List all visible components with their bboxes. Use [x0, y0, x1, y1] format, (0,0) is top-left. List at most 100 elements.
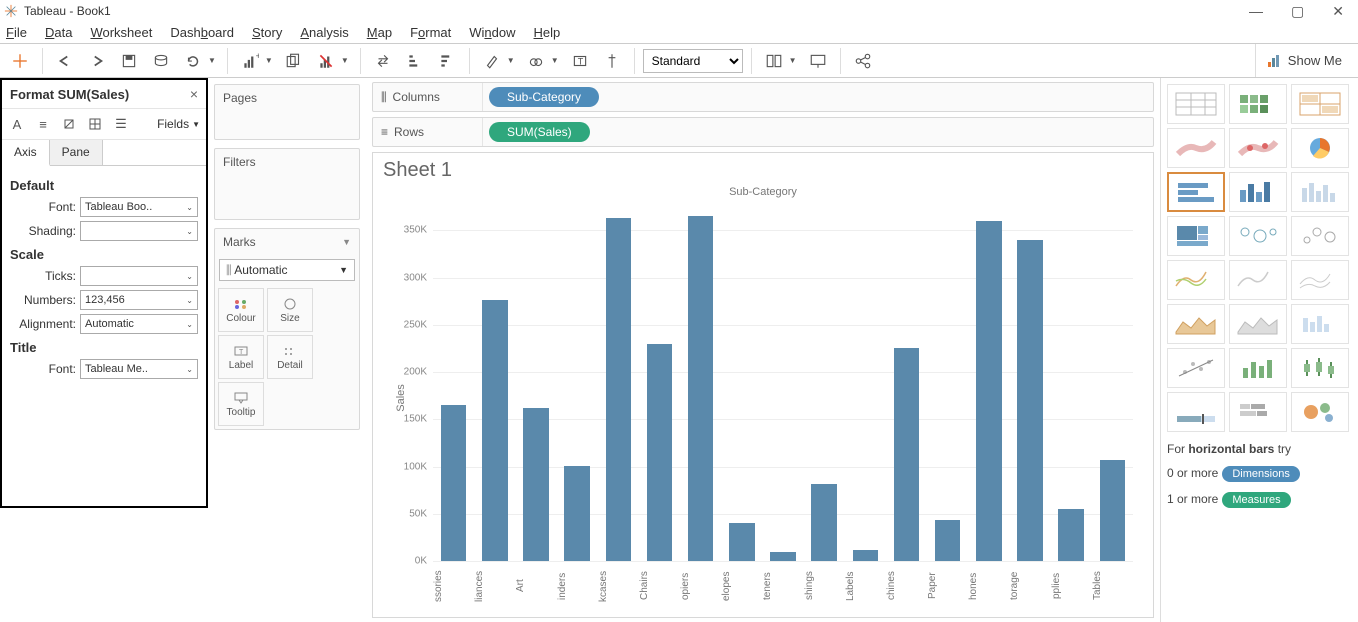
highlight-button[interactable] [478, 48, 506, 74]
bar[interactable] [688, 216, 714, 561]
undo-button[interactable] [51, 48, 79, 74]
showme-thumb[interactable] [1167, 128, 1225, 168]
marks-type-select[interactable]: ⫼ Automatic▼ [219, 259, 355, 281]
showme-thumb[interactable] [1229, 304, 1287, 344]
redo-button[interactable] [83, 48, 111, 74]
format-alignment[interactable]: Automatic⌄ [80, 314, 198, 334]
menu-worksheet[interactable]: Worksheet [90, 25, 152, 40]
filters-shelf[interactable]: Filters [214, 148, 360, 220]
format-tab-pane[interactable]: Pane [50, 140, 103, 165]
showme-thumb[interactable] [1291, 260, 1349, 300]
new-ws-dropdown[interactable]: ▼ [262, 56, 276, 65]
fit-select[interactable]: Standard [643, 49, 743, 73]
format-numbers[interactable]: 123,456⌄ [80, 290, 198, 310]
menu-analysis[interactable]: Analysis [300, 25, 348, 40]
marks-menu-icon[interactable]: ▼ [342, 237, 351, 247]
format-fields-dropdown[interactable]: Fields▼ [157, 117, 200, 131]
marks-detail[interactable]: Detail [267, 335, 313, 379]
showme-thumb[interactable] [1229, 128, 1287, 168]
bar[interactable] [976, 221, 1002, 561]
menu-dashboard[interactable]: Dashboard [170, 25, 234, 40]
swap-button[interactable] [369, 48, 397, 74]
showme-thumb[interactable] [1229, 392, 1287, 432]
format-default-font[interactable]: Tableau Boo..⌄ [80, 197, 198, 217]
refresh-button[interactable] [179, 48, 207, 74]
marks-size[interactable]: Size [267, 288, 313, 332]
save-button[interactable] [115, 48, 143, 74]
show-me-toggle[interactable]: Show Me [1255, 44, 1352, 77]
close-button[interactable]: ✕ [1332, 3, 1344, 20]
format-lines-icon[interactable]: ☰ [112, 115, 130, 133]
showme-thumb[interactable] [1229, 260, 1287, 300]
presentation-button[interactable] [804, 48, 832, 74]
share-button[interactable] [849, 48, 877, 74]
refresh-dropdown[interactable]: ▼ [205, 56, 219, 65]
showme-thumb[interactable] [1291, 172, 1349, 212]
format-panel-close[interactable]: × [190, 86, 198, 102]
bar[interactable] [482, 300, 508, 561]
menu-map[interactable]: Map [367, 25, 392, 40]
showme-thumb[interactable] [1229, 348, 1287, 388]
showme-thumb[interactable] [1167, 216, 1225, 256]
marks-colour[interactable]: Colour [218, 288, 264, 332]
chart[interactable]: Sub-Category Sales 0K50K100K150K200K250K… [383, 184, 1143, 611]
maximize-button[interactable]: ▢ [1291, 3, 1304, 20]
menu-window[interactable]: Window [469, 25, 515, 40]
showme-thumb[interactable] [1229, 84, 1287, 124]
format-shading[interactable]: ⌄ [80, 221, 198, 241]
menu-data[interactable]: Data [45, 25, 72, 40]
rows-pill[interactable]: SUM(Sales) [489, 122, 590, 142]
columns-pill[interactable]: Sub-Category [489, 87, 599, 107]
showme-thumb[interactable] [1167, 172, 1225, 212]
marks-label[interactable]: TLabel [218, 335, 264, 379]
sheet-title[interactable]: Sheet 1 [383, 159, 1143, 182]
bar[interactable] [935, 520, 961, 561]
format-title-font[interactable]: Tableau Me..⌄ [80, 359, 198, 379]
new-data-button[interactable] [147, 48, 175, 74]
sort-asc-button[interactable] [401, 48, 429, 74]
bar[interactable] [647, 344, 673, 561]
showme-thumb[interactable] [1229, 216, 1287, 256]
showme-thumb[interactable] [1291, 392, 1349, 432]
bar[interactable] [1100, 460, 1126, 561]
showme-thumb[interactable] [1291, 84, 1349, 124]
bar[interactable] [441, 405, 467, 561]
bar[interactable] [564, 466, 590, 561]
format-border-icon[interactable] [86, 115, 104, 133]
showme-thumb[interactable] [1291, 348, 1349, 388]
showme-thumb[interactable] [1229, 172, 1287, 212]
pages-shelf[interactable]: Pages [214, 84, 360, 140]
showme-thumb[interactable] [1167, 84, 1225, 124]
label-button[interactable]: T [566, 48, 594, 74]
clear-button[interactable] [312, 48, 340, 74]
minimize-button[interactable]: — [1249, 3, 1263, 20]
menu-help[interactable]: Help [534, 25, 561, 40]
showme-thumb[interactable] [1291, 216, 1349, 256]
menu-file[interactable]: File [6, 25, 27, 40]
tableau-icon[interactable] [6, 48, 34, 74]
clear-dropdown[interactable]: ▼ [338, 56, 352, 65]
bar[interactable] [1017, 240, 1043, 561]
format-tab-axis[interactable]: Axis [2, 140, 50, 166]
show-cards-button[interactable] [760, 48, 788, 74]
bar[interactable] [1058, 509, 1084, 561]
showme-thumb[interactable] [1167, 260, 1225, 300]
columns-shelf[interactable]: ⫼Columns Sub-Category [372, 82, 1154, 112]
new-worksheet-button[interactable]: + [236, 48, 264, 74]
pin-button[interactable] [598, 48, 626, 74]
format-ticks[interactable]: ⌄ [80, 266, 198, 286]
format-font-icon[interactable]: A [8, 115, 26, 133]
showme-thumb[interactable] [1167, 392, 1225, 432]
menu-format[interactable]: Format [410, 25, 451, 40]
format-shading-icon[interactable] [60, 115, 78, 133]
bar[interactable] [770, 552, 796, 561]
bar[interactable] [853, 550, 879, 561]
marks-tooltip[interactable]: Tooltip [218, 382, 264, 426]
group-button[interactable] [522, 48, 550, 74]
bar[interactable] [811, 484, 837, 561]
rows-shelf[interactable]: ≡Rows SUM(Sales) [372, 117, 1154, 147]
duplicate-button[interactable] [280, 48, 308, 74]
showme-thumb[interactable] [1167, 304, 1225, 344]
bar[interactable] [729, 523, 755, 561]
showme-thumb[interactable] [1167, 348, 1225, 388]
